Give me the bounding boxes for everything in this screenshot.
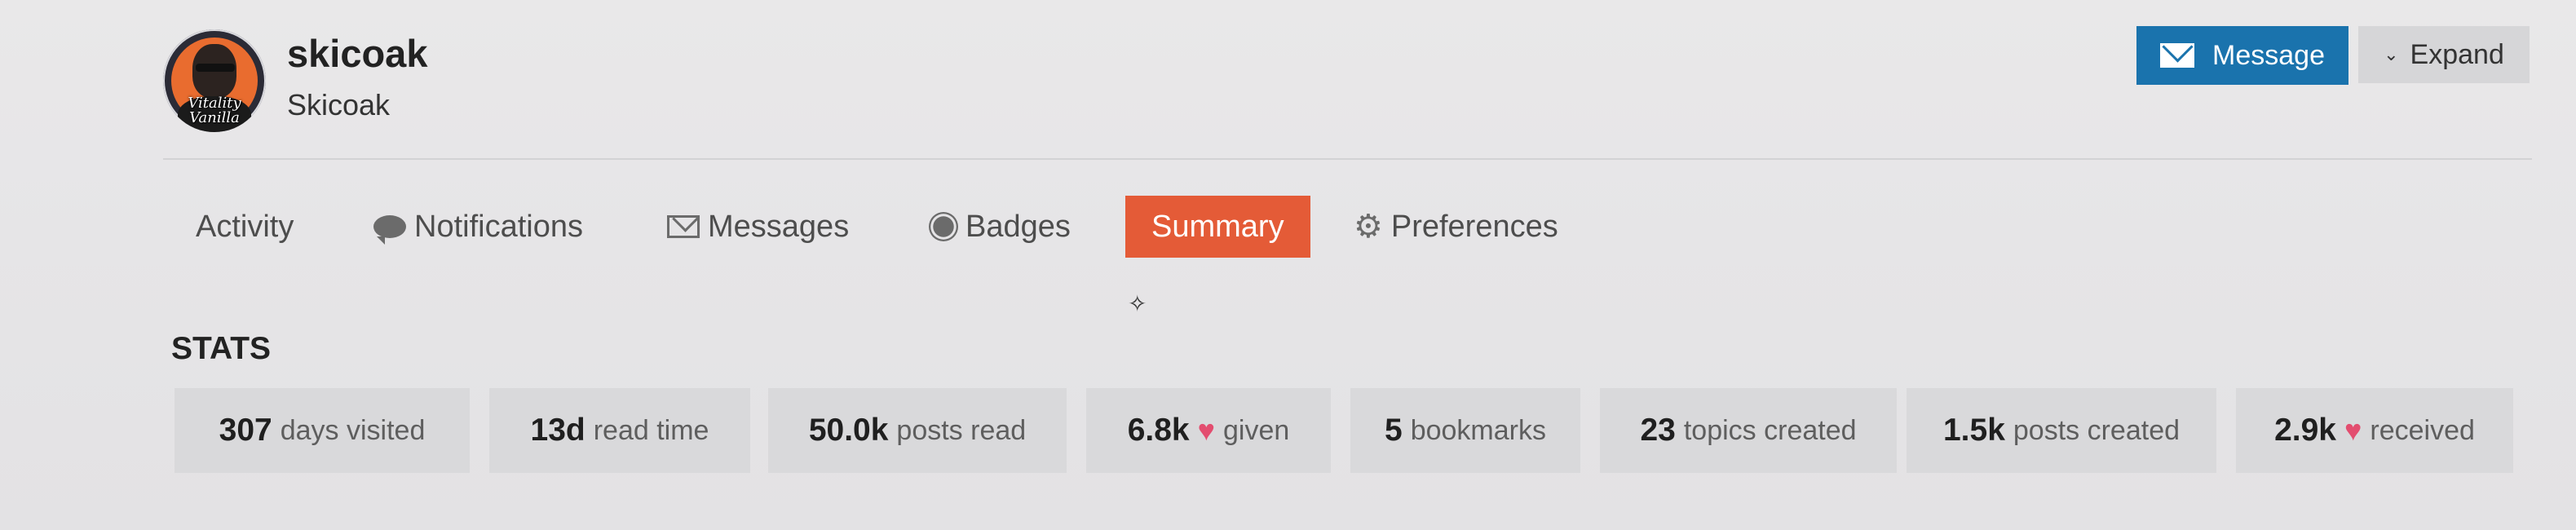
stat-value: 13d bbox=[530, 413, 585, 448]
stat-label: received bbox=[2370, 414, 2475, 446]
stat-label: read time bbox=[593, 414, 709, 446]
stat-value: 307 bbox=[219, 413, 272, 448]
stat-label: topics created bbox=[1683, 414, 1857, 446]
chevron-double-down-icon: ⌄ bbox=[2384, 44, 2399, 64]
envelope-icon bbox=[667, 215, 700, 238]
stat-value: 1.5k bbox=[1942, 413, 2005, 448]
stat-bookmarks: 5 bookmarks bbox=[1350, 388, 1580, 473]
message-button[interactable]: Message bbox=[2136, 26, 2348, 85]
user-avatar[interactable]: Vitality Vanilla bbox=[163, 29, 266, 132]
tab-summary[interactable]: Summary bbox=[1125, 196, 1310, 258]
username: skicoak bbox=[287, 32, 428, 75]
avatar-glasses bbox=[196, 64, 235, 72]
stat-label: given bbox=[1223, 414, 1290, 446]
tab-badges[interactable]: Badges bbox=[930, 196, 1071, 258]
tab-label: Messages bbox=[708, 209, 850, 244]
stat-value: 5 bbox=[1385, 413, 1403, 448]
tab-messages[interactable]: Messages bbox=[667, 196, 849, 258]
stat-value: 6.8k bbox=[1127, 413, 1190, 448]
stats-heading: STATS bbox=[171, 331, 272, 366]
message-button-label: Message bbox=[2212, 39, 2325, 71]
tab-notifications[interactable]: Notifications bbox=[373, 196, 583, 258]
stat-value: 2.9k bbox=[2274, 413, 2336, 448]
stat-label: days visited bbox=[280, 414, 426, 446]
avatar-text: Vitality Vanilla bbox=[188, 95, 241, 126]
stat-value: 50.0k bbox=[808, 413, 889, 448]
stat-likes-received: 2.9k ♥ received bbox=[2236, 388, 2513, 473]
profile-nav: Activity Notifications Messages Badges S… bbox=[163, 196, 1631, 258]
heart-icon: ♥ bbox=[2344, 413, 2362, 447]
expand-button-label: Expand bbox=[2410, 38, 2504, 70]
speech-bubble-icon bbox=[373, 215, 406, 245]
stat-posts-created: 1.5k posts created bbox=[1907, 388, 2216, 473]
stat-value: 23 bbox=[1640, 413, 1676, 448]
stat-topics-created: 23 topics created bbox=[1600, 388, 1897, 473]
stat-likes-given: 6.8k ♥ given bbox=[1086, 388, 1331, 473]
full-name: Skicoak bbox=[287, 88, 391, 121]
stat-label: bookmarks bbox=[1410, 414, 1546, 446]
header-divider bbox=[163, 158, 2532, 160]
stat-label: posts created bbox=[2013, 414, 2181, 446]
tab-preferences[interactable]: ⚙ Preferences bbox=[1354, 196, 1558, 258]
tab-label: Activity bbox=[196, 209, 294, 244]
heart-icon: ♥ bbox=[1197, 413, 1215, 447]
gear-icon: ⚙ bbox=[1354, 209, 1383, 245]
expand-button[interactable]: ⌄ Expand bbox=[2358, 26, 2530, 83]
tab-activity[interactable]: Activity bbox=[196, 196, 294, 258]
tab-label: Preferences bbox=[1390, 209, 1558, 244]
tab-label: Summary bbox=[1151, 209, 1284, 244]
stat-label: posts read bbox=[896, 414, 1027, 446]
mouse-cursor-icon: ✧ bbox=[1128, 291, 1147, 316]
stat-posts-read: 50.0k posts read bbox=[768, 388, 1067, 473]
tab-label: Badges bbox=[965, 209, 1071, 244]
envelope-icon bbox=[2160, 43, 2195, 68]
tab-label: Notifications bbox=[414, 209, 583, 244]
stat-days-visited: 307 days visited bbox=[175, 388, 470, 473]
stat-read-time: 13d read time bbox=[489, 388, 750, 473]
badge-icon bbox=[933, 216, 954, 237]
